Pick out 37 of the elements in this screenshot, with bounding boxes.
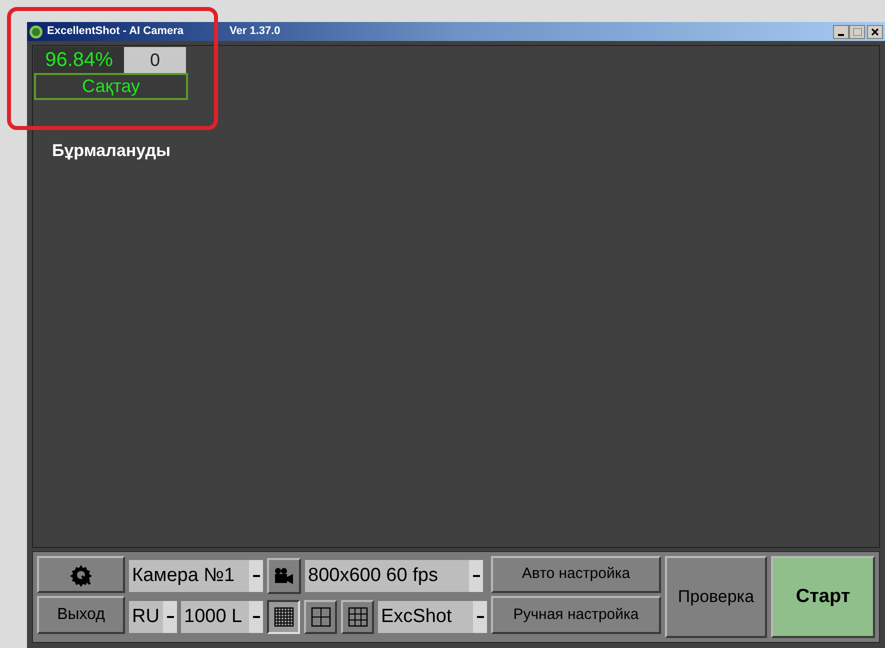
dropdown[interactable]: ExcShot: [378, 601, 487, 633]
grid-button[interactable]: [341, 600, 374, 634]
maximize-icon: [852, 28, 862, 36]
window-title: ExcellentShot - AI Camera: [47, 24, 184, 40]
dropdown-value: ExcShot: [380, 604, 453, 629]
settings-icon: [69, 562, 93, 586]
dropdown[interactable]: RU: [129, 601, 177, 633]
auto-setup-button[interactable]: Авто настройка: [491, 556, 661, 593]
video-camera-icon: [273, 567, 295, 585]
grid-button[interactable]: [267, 600, 300, 634]
dropdown-value: 800x600 60 fps: [307, 564, 439, 588]
grid-icon: [310, 607, 330, 627]
distortion-label: Бұрмалануды: [52, 140, 171, 162]
camera-button[interactable]: [267, 558, 301, 594]
save-button[interactable]: Сақтау: [34, 73, 188, 100]
dropdown[interactable]: 800x600 60 fps: [305, 560, 483, 592]
grid-icon: [274, 607, 294, 627]
manual-setup-button[interactable]: Ручная настройка: [491, 596, 661, 634]
minimize-icon: [838, 34, 844, 36]
version-label: Ver 1.37.0: [230, 24, 280, 40]
exit-button[interactable]: Выход: [37, 596, 125, 634]
grid-button[interactable]: [304, 600, 337, 634]
check-button[interactable]: Проверка: [665, 556, 768, 638]
dropdown-value: 1000 L: [183, 604, 244, 629]
score-display: 96.84%: [34, 47, 124, 73]
start-button[interactable]: Старт: [771, 556, 875, 638]
count-display: 0: [124, 47, 186, 73]
close-button[interactable]: [867, 24, 883, 38]
dropdown[interactable]: Камера №1: [129, 560, 263, 592]
grid-icon: [348, 607, 368, 627]
dropdown[interactable]: 1000 L: [181, 601, 263, 633]
minimize-button[interactable]: [833, 24, 849, 38]
settings-button[interactable]: [37, 556, 125, 593]
close-icon: [871, 28, 879, 36]
dropdown-value: Камера №1: [131, 564, 236, 588]
app-logo-icon: [29, 24, 43, 38]
dropdown-value: RU: [131, 604, 160, 629]
